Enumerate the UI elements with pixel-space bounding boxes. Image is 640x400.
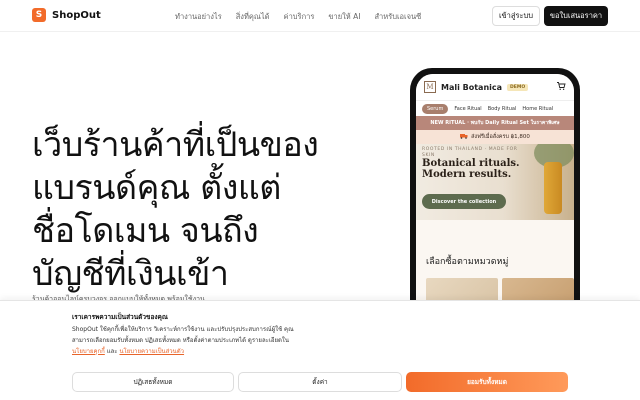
logo[interactable]: S ShopOut	[32, 8, 101, 22]
demo-hero: ROOTED IN THAILAND · MADE FOR SKIN Botan…	[416, 144, 574, 220]
cart-icon[interactable]	[556, 81, 566, 94]
demo-headline: Botanical rituals. Modern results.	[422, 158, 520, 180]
hero-title: เว็บร้านค้าที่เป็นของ แบรนด์คุณ ตั้งแต่ …	[32, 124, 322, 296]
request-quote-button[interactable]: ขอใบเสนอราคา	[544, 6, 608, 26]
main-nav: ทำงานอย่างไร สิ่งที่คุณได้ ค่าบริการ ขาย…	[175, 11, 421, 23]
hero-title-line: แบรนด์คุณ ตั้งแต่	[32, 168, 281, 208]
demo-category-tabs: Serum Face Ritual Body Ritual Home Ritua…	[416, 100, 574, 116]
hero-title-line: ชื่อโดเมน จนถึง	[32, 211, 259, 251]
discover-collection-button[interactable]: Discover the collection	[422, 194, 506, 209]
accept-all-button[interactable]: ยอมรับทั้งหมด	[406, 372, 568, 392]
site-header: S ShopOut ทำงานอย่างไร สิ่งที่คุณได้ ค่า…	[0, 0, 640, 32]
tab-face-ritual[interactable]: Face Ritual	[454, 106, 481, 112]
cookie-title: เราเคารพความเป็นส่วนตัวของคุณ	[72, 313, 168, 321]
hero-title-line: เว็บร้านค้าที่เป็นของ	[32, 125, 319, 165]
logo-icon: S	[32, 8, 46, 22]
login-button[interactable]: เข้าสู่ระบบ	[492, 6, 540, 26]
nav-how-it-works[interactable]: ทำงานอย่างไร	[175, 11, 222, 23]
product-bottle-image	[544, 162, 562, 214]
cookie-consent-banner: เราเคารพความเป็นส่วนตัวของคุณ ShopOut ใช…	[0, 300, 640, 400]
store-logo-icon: M	[424, 81, 436, 93]
nav-agencies[interactable]: สำหรับเอเจนซี	[374, 11, 421, 23]
truck-icon	[460, 133, 468, 141]
store-name: Mali Botanica	[441, 82, 503, 92]
nav-sell-to-ai[interactable]: ขายให้ AI	[328, 11, 360, 23]
nav-pricing[interactable]: ค่าบริการ	[284, 11, 315, 23]
tab-serum[interactable]: Serum	[422, 103, 449, 114]
shipping-text: ส่งฟรีเมื่อสั่งครบ ฿1,800	[471, 134, 530, 140]
cookie-policy-link[interactable]: นโยบายคุกกี้	[72, 348, 105, 355]
cookie-body-text: ShopOut ใช้คุกกี้เพื่อให้บริการ วิเคราะห…	[72, 326, 294, 344]
nav-what-you-get[interactable]: สิ่งที่คุณได้	[236, 11, 270, 23]
privacy-policy-link[interactable]: นโยบายความเป็นส่วนตัว	[119, 348, 184, 355]
tab-body-ritual[interactable]: Body Ritual	[488, 106, 517, 112]
hero-title-line: บัญชีที่เงินเข้า	[32, 254, 229, 294]
cookie-settings-button[interactable]: ตั้งค่า	[238, 372, 402, 392]
cookie-description: ShopOut ใช้คุกกี้เพื่อให้บริการ วิเคราะห…	[72, 324, 312, 357]
cookie-and-text: และ	[106, 348, 118, 355]
shop-by-category-title: เลือกซื้อตามหมวดหมู่	[426, 257, 509, 267]
shipping-notice: ส่งฟรีเมื่อสั่งครบ ฿1,800	[416, 130, 574, 144]
tab-home-ritual[interactable]: Home Ritual	[522, 106, 553, 112]
demo-badge: DEMO	[507, 83, 529, 91]
promo-banner: NEW RITUAL · พบกับ Daily Ritual Set ในรา…	[416, 116, 574, 130]
demo-store-header: M Mali Botanica DEMO	[416, 74, 574, 100]
reject-all-button[interactable]: ปฏิเสธทั้งหมด	[72, 372, 234, 392]
brand-name: ShopOut	[52, 9, 101, 21]
